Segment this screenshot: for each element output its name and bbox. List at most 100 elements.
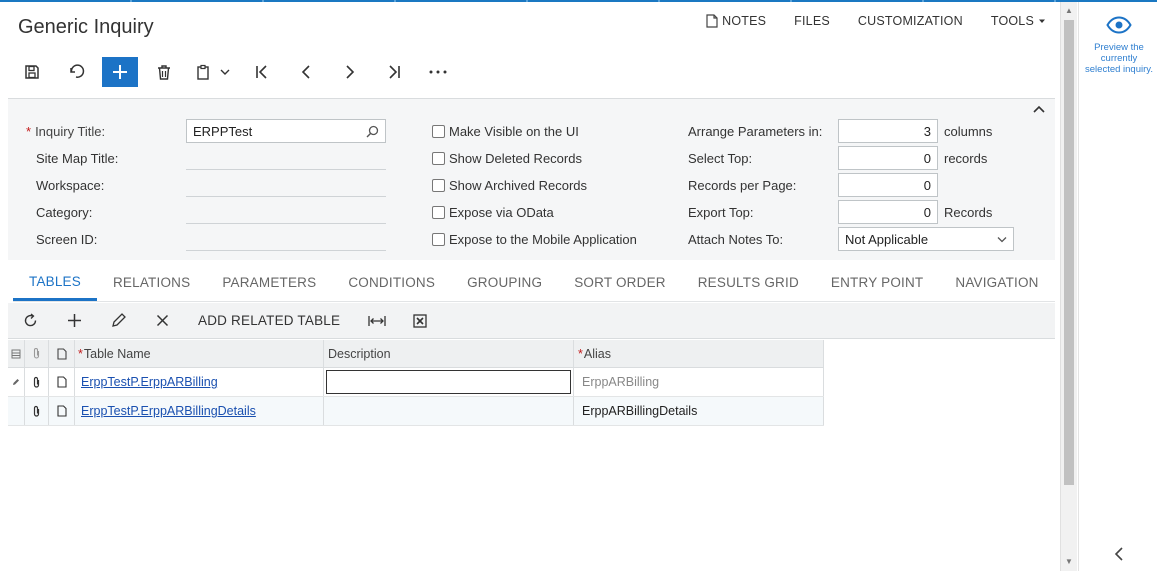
tab-relations[interactable]: RELATIONS (97, 264, 206, 301)
alias-column-header[interactable]: * Alias (574, 340, 824, 367)
add-related-table-button[interactable]: ADD RELATED TABLE (184, 303, 354, 339)
show-deleted-checkbox[interactable]: Show Deleted Records (432, 146, 582, 170)
make-visible-label: Make Visible on the UI (449, 123, 579, 139)
records-per-page-input[interactable]: 0 (838, 173, 938, 197)
notes-cell[interactable] (49, 368, 75, 396)
add-button[interactable] (102, 57, 138, 87)
export-top-input[interactable]: 0 (838, 200, 938, 224)
scrollbar-thumb[interactable] (1064, 20, 1074, 485)
alias-cell[interactable]: ErppARBillingDetails (574, 397, 824, 425)
row-selector[interactable] (8, 368, 25, 396)
description-cell[interactable] (324, 397, 574, 425)
notes-cell[interactable] (49, 397, 75, 425)
scroll-down-icon[interactable]: ▼ (1065, 557, 1073, 566)
tab-sort-order[interactable]: SORT ORDER (558, 264, 682, 301)
right-side-pane: Preview the currently selected inquiry. (1078, 2, 1157, 571)
files-link[interactable]: FILES (794, 14, 830, 28)
paperclip-icon (33, 405, 40, 417)
fit-columns-button[interactable] (354, 303, 400, 339)
checkbox-box[interactable] (432, 232, 445, 246)
vertical-scrollbar[interactable]: ▲ ▼ (1060, 2, 1077, 571)
table-name-link[interactable]: ErppTestP.ErppARBillingDetails (81, 404, 256, 418)
first-record-icon (256, 65, 267, 79)
notes-label: NOTES (722, 14, 767, 28)
next-record-button[interactable] (332, 57, 368, 87)
add-row-button[interactable] (52, 303, 96, 339)
close-icon (156, 314, 168, 327)
delete-button[interactable] (146, 57, 182, 87)
table-name-cell[interactable]: ErppTestP.ErppARBillingDetails (75, 397, 324, 425)
notes-link[interactable]: NOTES (706, 14, 766, 28)
add-icon (113, 65, 127, 79)
arrange-parameters-input[interactable]: 3 (838, 119, 938, 143)
make-visible-checkbox[interactable]: Make Visible on the UI (432, 119, 579, 143)
first-record-button[interactable] (244, 57, 280, 87)
description-column-header[interactable]: Description (324, 340, 574, 367)
previous-record-button[interactable] (288, 57, 324, 87)
fit-width-icon (368, 315, 386, 326)
table-row[interactable]: ErppTestP.ErppARBillingDetails ErppARBil… (8, 397, 824, 426)
chevron-left-icon[interactable] (1114, 547, 1124, 561)
more-button[interactable] (420, 57, 456, 87)
excel-icon (413, 313, 427, 328)
last-record-button[interactable] (376, 57, 412, 87)
note-icon (56, 347, 67, 360)
checkbox-box[interactable] (432, 205, 445, 219)
eye-icon[interactable] (1106, 16, 1132, 34)
description-input[interactable] (326, 370, 571, 394)
checkbox-box[interactable] (432, 178, 445, 192)
tab-navigation[interactable]: NAVIGATION (939, 264, 1054, 301)
row-selector[interactable] (8, 397, 25, 425)
scroll-up-icon[interactable]: ▲ (1065, 6, 1073, 15)
export-excel-button[interactable] (400, 303, 440, 339)
undo-button[interactable] (58, 57, 94, 87)
search-icon[interactable] (366, 125, 379, 138)
note-icon (56, 405, 67, 417)
table-name-column-header[interactable]: * Table Name (75, 340, 324, 367)
edit-row-button[interactable] (96, 303, 140, 339)
save-button[interactable] (14, 57, 50, 87)
table-name-cell[interactable]: ErppTestP.ErppARBilling (75, 368, 324, 396)
chevron-up-icon[interactable] (1033, 105, 1045, 113)
tab-grouping[interactable]: GROUPING (451, 264, 558, 301)
arrange-parameters-label: Arrange Parameters in: (688, 123, 823, 139)
show-archived-checkbox[interactable]: Show Archived Records (432, 173, 587, 197)
top-links: NOTES FILES CUSTOMIZATION TOOLS (706, 14, 1046, 28)
export-top-unit: Records (944, 204, 993, 220)
tab-bar: TABLES RELATIONS PARAMETERS CONDITIONS G… (13, 264, 1055, 302)
arrange-parameters-unit: columns (944, 123, 993, 139)
customization-link[interactable]: CUSTOMIZATION (858, 14, 963, 28)
files-cell[interactable] (25, 368, 49, 396)
checkbox-box[interactable] (432, 151, 445, 165)
attach-notes-select[interactable]: Not Applicable (838, 227, 1014, 251)
table-name-link[interactable]: ErppTestP.ErppARBilling (81, 375, 218, 389)
summary-form: * Inquiry Title: ERPPTest Site Map Title… (8, 98, 1055, 260)
alias-cell[interactable]: ErppARBilling (574, 368, 824, 396)
preview-inquiry-label[interactable]: Preview the currently selected inquiry. (1085, 42, 1153, 75)
row-selector-header[interactable] (8, 340, 25, 367)
tools-menu[interactable]: TOOLS (991, 14, 1046, 28)
tab-entry-point[interactable]: ENTRY POINT (815, 264, 939, 301)
site-map-title-field[interactable] (186, 169, 386, 170)
tab-results-grid[interactable]: RESULTS GRID (682, 264, 815, 301)
tab-conditions[interactable]: CONDITIONS (332, 264, 451, 301)
checkbox-box[interactable] (432, 124, 445, 138)
expose-mobile-checkbox[interactable]: Expose to the Mobile Application (432, 227, 637, 251)
caret-down-icon (1039, 19, 1045, 23)
show-deleted-label: Show Deleted Records (449, 150, 582, 166)
tab-tables[interactable]: TABLES (13, 264, 97, 301)
description-cell[interactable] (324, 368, 574, 396)
tab-parameters[interactable]: PARAMETERS (206, 264, 332, 301)
files-cell[interactable] (25, 397, 49, 425)
category-field[interactable] (186, 223, 386, 224)
inquiry-title-input[interactable]: ERPPTest (186, 119, 386, 143)
delete-row-button[interactable] (140, 303, 184, 339)
expose-odata-checkbox[interactable]: Expose via OData (432, 200, 554, 224)
workspace-field[interactable] (186, 196, 386, 197)
copy-paste-button[interactable] (190, 57, 236, 87)
refresh-button[interactable] (8, 303, 52, 339)
screen-id-field[interactable] (186, 250, 386, 251)
table-row[interactable]: ErppTestP.ErppARBilling ErppARBilling (8, 368, 824, 397)
records-per-page-label: Records per Page: (688, 177, 797, 193)
select-top-input[interactable]: 0 (838, 146, 938, 170)
